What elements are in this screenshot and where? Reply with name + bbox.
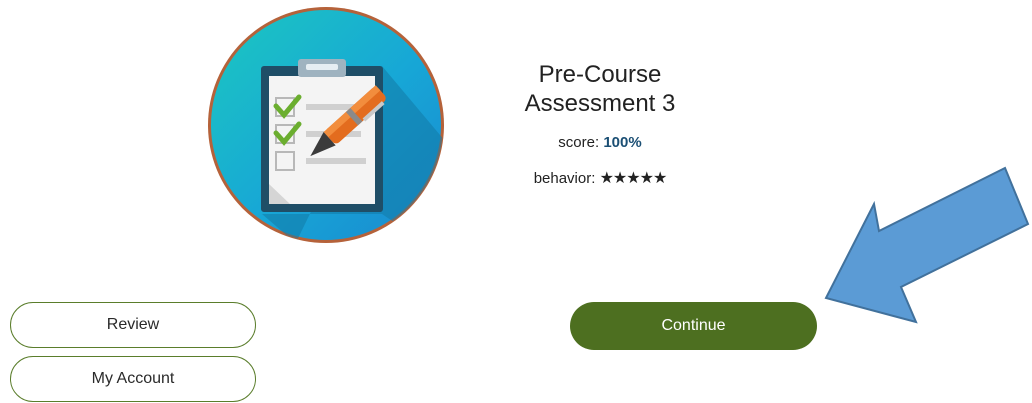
behavior-label: behavior: [533, 170, 596, 187]
callout-arrow [824, 166, 1030, 324]
assessment-title: Pre-Course Assessment 3 [480, 60, 720, 118]
score-value: 100% [603, 134, 642, 151]
review-button[interactable]: Review [10, 302, 256, 348]
score-label: score: [558, 134, 600, 151]
my-account-button[interactable]: My Account [10, 356, 256, 402]
title-line-2: Assessment 3 [524, 90, 676, 117]
title-line-1: Pre-Course [538, 61, 662, 88]
score-line: score: 100% [480, 134, 720, 151]
assessment-result-page: Pre-Course Assessment 3 score: 100% beha… [0, 0, 1032, 403]
clipboard-checklist-icon [208, 7, 444, 243]
continue-button[interactable]: Continue [570, 302, 817, 350]
behavior-star-rating: ★★★★★ [599, 170, 668, 187]
behavior-line: behavior: ★★★★★ [480, 168, 720, 188]
assessment-info: Pre-Course Assessment 3 score: 100% beha… [480, 60, 720, 188]
